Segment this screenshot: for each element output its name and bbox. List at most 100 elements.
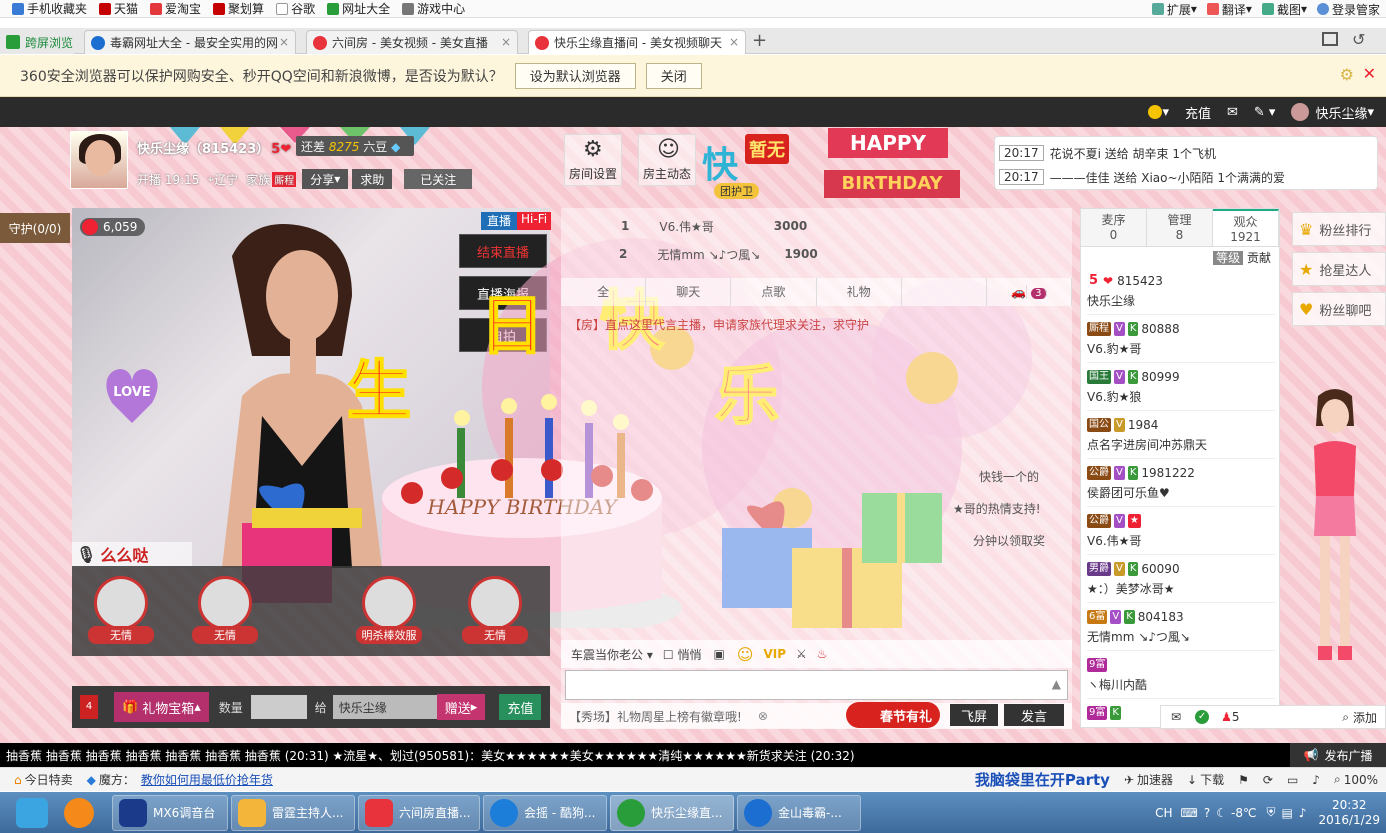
close-icon[interactable]: × [729,35,739,49]
tab-admins[interactable]: 管理 8 [1147,209,1213,246]
list-item[interactable]: 公爵 V K 1981222 侯爵团可乐鱼♥ [1087,459,1275,507]
end-live-button[interactable]: 结束直播 [459,234,547,268]
mail-icon[interactable]: ✉ [1171,710,1181,724]
tab-chat[interactable]: 聊天 [646,278,732,306]
bookmark-mobile[interactable]: 手机收藏夹 [12,0,87,17]
chevron-up-icon[interactable]: ▲ [1052,677,1061,691]
set-default-button[interactable]: 设为默认浏览器 [514,62,636,89]
keyboard-icon[interactable]: ⌨ [1181,806,1198,820]
accelerator-button[interactable]: ✈ 加速器 [1124,771,1173,788]
emoji-icon[interactable]: ☺ [737,645,754,664]
tab-duba[interactable]: 毒霸网址大全 - 最安全实用的网 × [84,30,296,54]
list-item[interactable]: 厮程 V K 80888 V6.豹★哥 [1087,315,1275,363]
taskbar-item[interactable]: MX6调音台 [112,794,228,831]
moon-icon[interactable]: ☾ [1216,806,1227,820]
tab-6rooms[interactable]: 六间房 - 美女视频 - 美女直播 × [306,30,518,54]
close-icon[interactable]: × [501,35,511,49]
send-message-button[interactable]: 发言 [1004,704,1064,726]
mic-slot[interactable]: 无情 [192,576,258,644]
notice-close-button[interactable]: 关闭 [645,62,702,89]
tab-car[interactable]: 🚗 3 [987,278,1073,306]
check-icon[interactable]: ✓ [1195,710,1210,724]
gear-icon[interactable]: ⚙ [1340,65,1354,84]
clock[interactable]: 20:32 2016/1/29 [1318,798,1380,828]
mail-icon[interactable]: ✉ [1227,105,1238,120]
list-item[interactable]: 男爵 V K 60090 ★：）美梦冰哥★ [1087,555,1275,603]
fan-chat-button[interactable]: ♥ 粉丝聊吧 [1292,292,1386,326]
tab-mic-queue[interactable]: 麦序 0 [1081,209,1147,246]
volume-icon[interactable]: ♪ [1299,806,1307,820]
user-icon[interactable]: ♟ [1221,710,1232,724]
mic-slot[interactable]: 无情 [462,576,528,644]
close-icon[interactable]: ⊗ [758,709,768,723]
list-item[interactable]: 9富 ヽ梅川内酷 [1087,651,1275,699]
quantity-input[interactable] [250,695,307,719]
whisper-checkbox[interactable]: ☐ 悄悄 [663,646,702,663]
image-icon[interactable]: ▣ [713,647,724,661]
tab-audience[interactable]: 观众 1921 [1213,209,1279,246]
chat-input[interactable]: ▲ [565,670,1068,700]
zoom-control[interactable]: ⌕ 100% [1334,772,1378,787]
share-button[interactable]: 分享 ▾ [302,169,349,189]
coin-icon[interactable]: ▾ [1148,105,1169,120]
tab-empty[interactable] [902,278,987,306]
mic-slot[interactable]: 无情 [88,576,154,644]
host-dynamic-button[interactable]: ☺ 房主动态 [638,134,696,186]
tab-gift[interactable]: 礼物 [817,278,902,306]
translate-button[interactable]: 翻译 ▾ [1206,1,1252,18]
window-icon[interactable]: ▭ [1287,773,1298,787]
close-icon[interactable]: × [279,35,289,49]
vip-icon[interactable]: VIP [763,647,786,661]
taskbar-item[interactable]: 雷霆主持人... [231,794,355,831]
tab-live-room[interactable]: 快乐尘缘直播间 - 美女视频聊天 × [528,30,746,54]
guard-icon[interactable]: ⚔ [796,647,807,661]
live-poster-button[interactable]: 直播海报 [459,276,547,310]
list-item[interactable]: 公爵 V ★ V6.伟★哥 [1087,507,1275,555]
list-item[interactable]: 6富 V K 804183 无情mm ↘♪つ風↘ [1087,603,1275,651]
new-tab-button[interactable]: + [752,30,767,51]
tab-list-icon[interactable] [1322,32,1338,46]
bookmark-tmall[interactable]: 天猫 [99,0,138,17]
list-item[interactable]: 国公 V 1984 点名字进房间冲苏鼎天 [1087,411,1275,459]
taskbar-item[interactable]: 会摇 - 酷狗... [483,794,607,831]
orange-icon[interactable] [64,797,94,828]
flag-icon[interactable]: ⚑ [1238,773,1249,787]
cake-icon[interactable]: ♨ [817,647,828,661]
tab-all[interactable]: 全 [561,278,647,306]
sound-icon[interactable]: ♪ [1312,773,1320,787]
host-avatar[interactable] [70,131,128,189]
send-gift-button[interactable]: 赠送 ▸ [436,694,486,720]
list-item[interactable]: 国王 V K 80999 V6.豹★狼 [1087,363,1275,411]
undo-icon[interactable]: ↺ [1352,30,1365,49]
close-icon[interactable]: ✕ [1363,64,1376,83]
bookmark-games[interactable]: 游戏中心 [402,0,465,17]
help-button[interactable]: 求助 [352,169,393,189]
gift-recharge-button[interactable]: 充值 [499,694,542,720]
help-icon[interactable]: ? [1204,806,1210,820]
list-item[interactable]: 5 ❤ 815423 快乐尘缘 [1087,267,1275,315]
refresh-icon[interactable]: ⟳ [1263,773,1273,787]
chat-target-select[interactable]: 车震当你老公 ▾ [571,646,653,663]
gift-badge[interactable]: 4 [80,695,98,719]
edit-icon[interactable]: ✎ ▾ [1254,105,1276,120]
bookmark-aitaobao[interactable]: 爱淘宝 [150,0,201,17]
bookmark-juhuasuan[interactable]: 聚划算 [213,0,264,17]
shield-icon[interactable]: ⛨ [1266,805,1275,820]
guard-button[interactable]: 守护(0/0) [0,213,70,243]
mic-slot[interactable]: 明杀棒效服 [356,576,422,644]
tab-cross-screen[interactable]: 跨屏浏览 [0,30,74,54]
network-icon[interactable]: ▤ [1281,806,1292,820]
download-button[interactable]: ↓ 下载 [1187,771,1224,788]
fan-rank-button[interactable]: ♛ 粉丝排行 [1292,212,1386,246]
gift-target-select[interactable]: 快乐尘缘 [332,695,437,719]
gift-box-button[interactable]: 🎁 礼物宝箱 ▴ [114,692,209,722]
recharge-link[interactable]: 充值 [1185,103,1211,122]
followed-button[interactable]: 已关注 [404,169,473,189]
search-icon[interactable]: ⌕ [1342,710,1349,725]
selfie-button[interactable]: 自拍 [459,318,547,352]
tab-song[interactable]: 点歌 [731,278,817,306]
guard-none-badge[interactable]: 暂无 [745,134,789,164]
bookmark-hao[interactable]: 网址大全 [327,0,390,17]
user-menu[interactable]: 快乐尘缘 ▾ [1291,103,1374,122]
taskbar-item[interactable]: 六间房直播... [358,794,480,831]
